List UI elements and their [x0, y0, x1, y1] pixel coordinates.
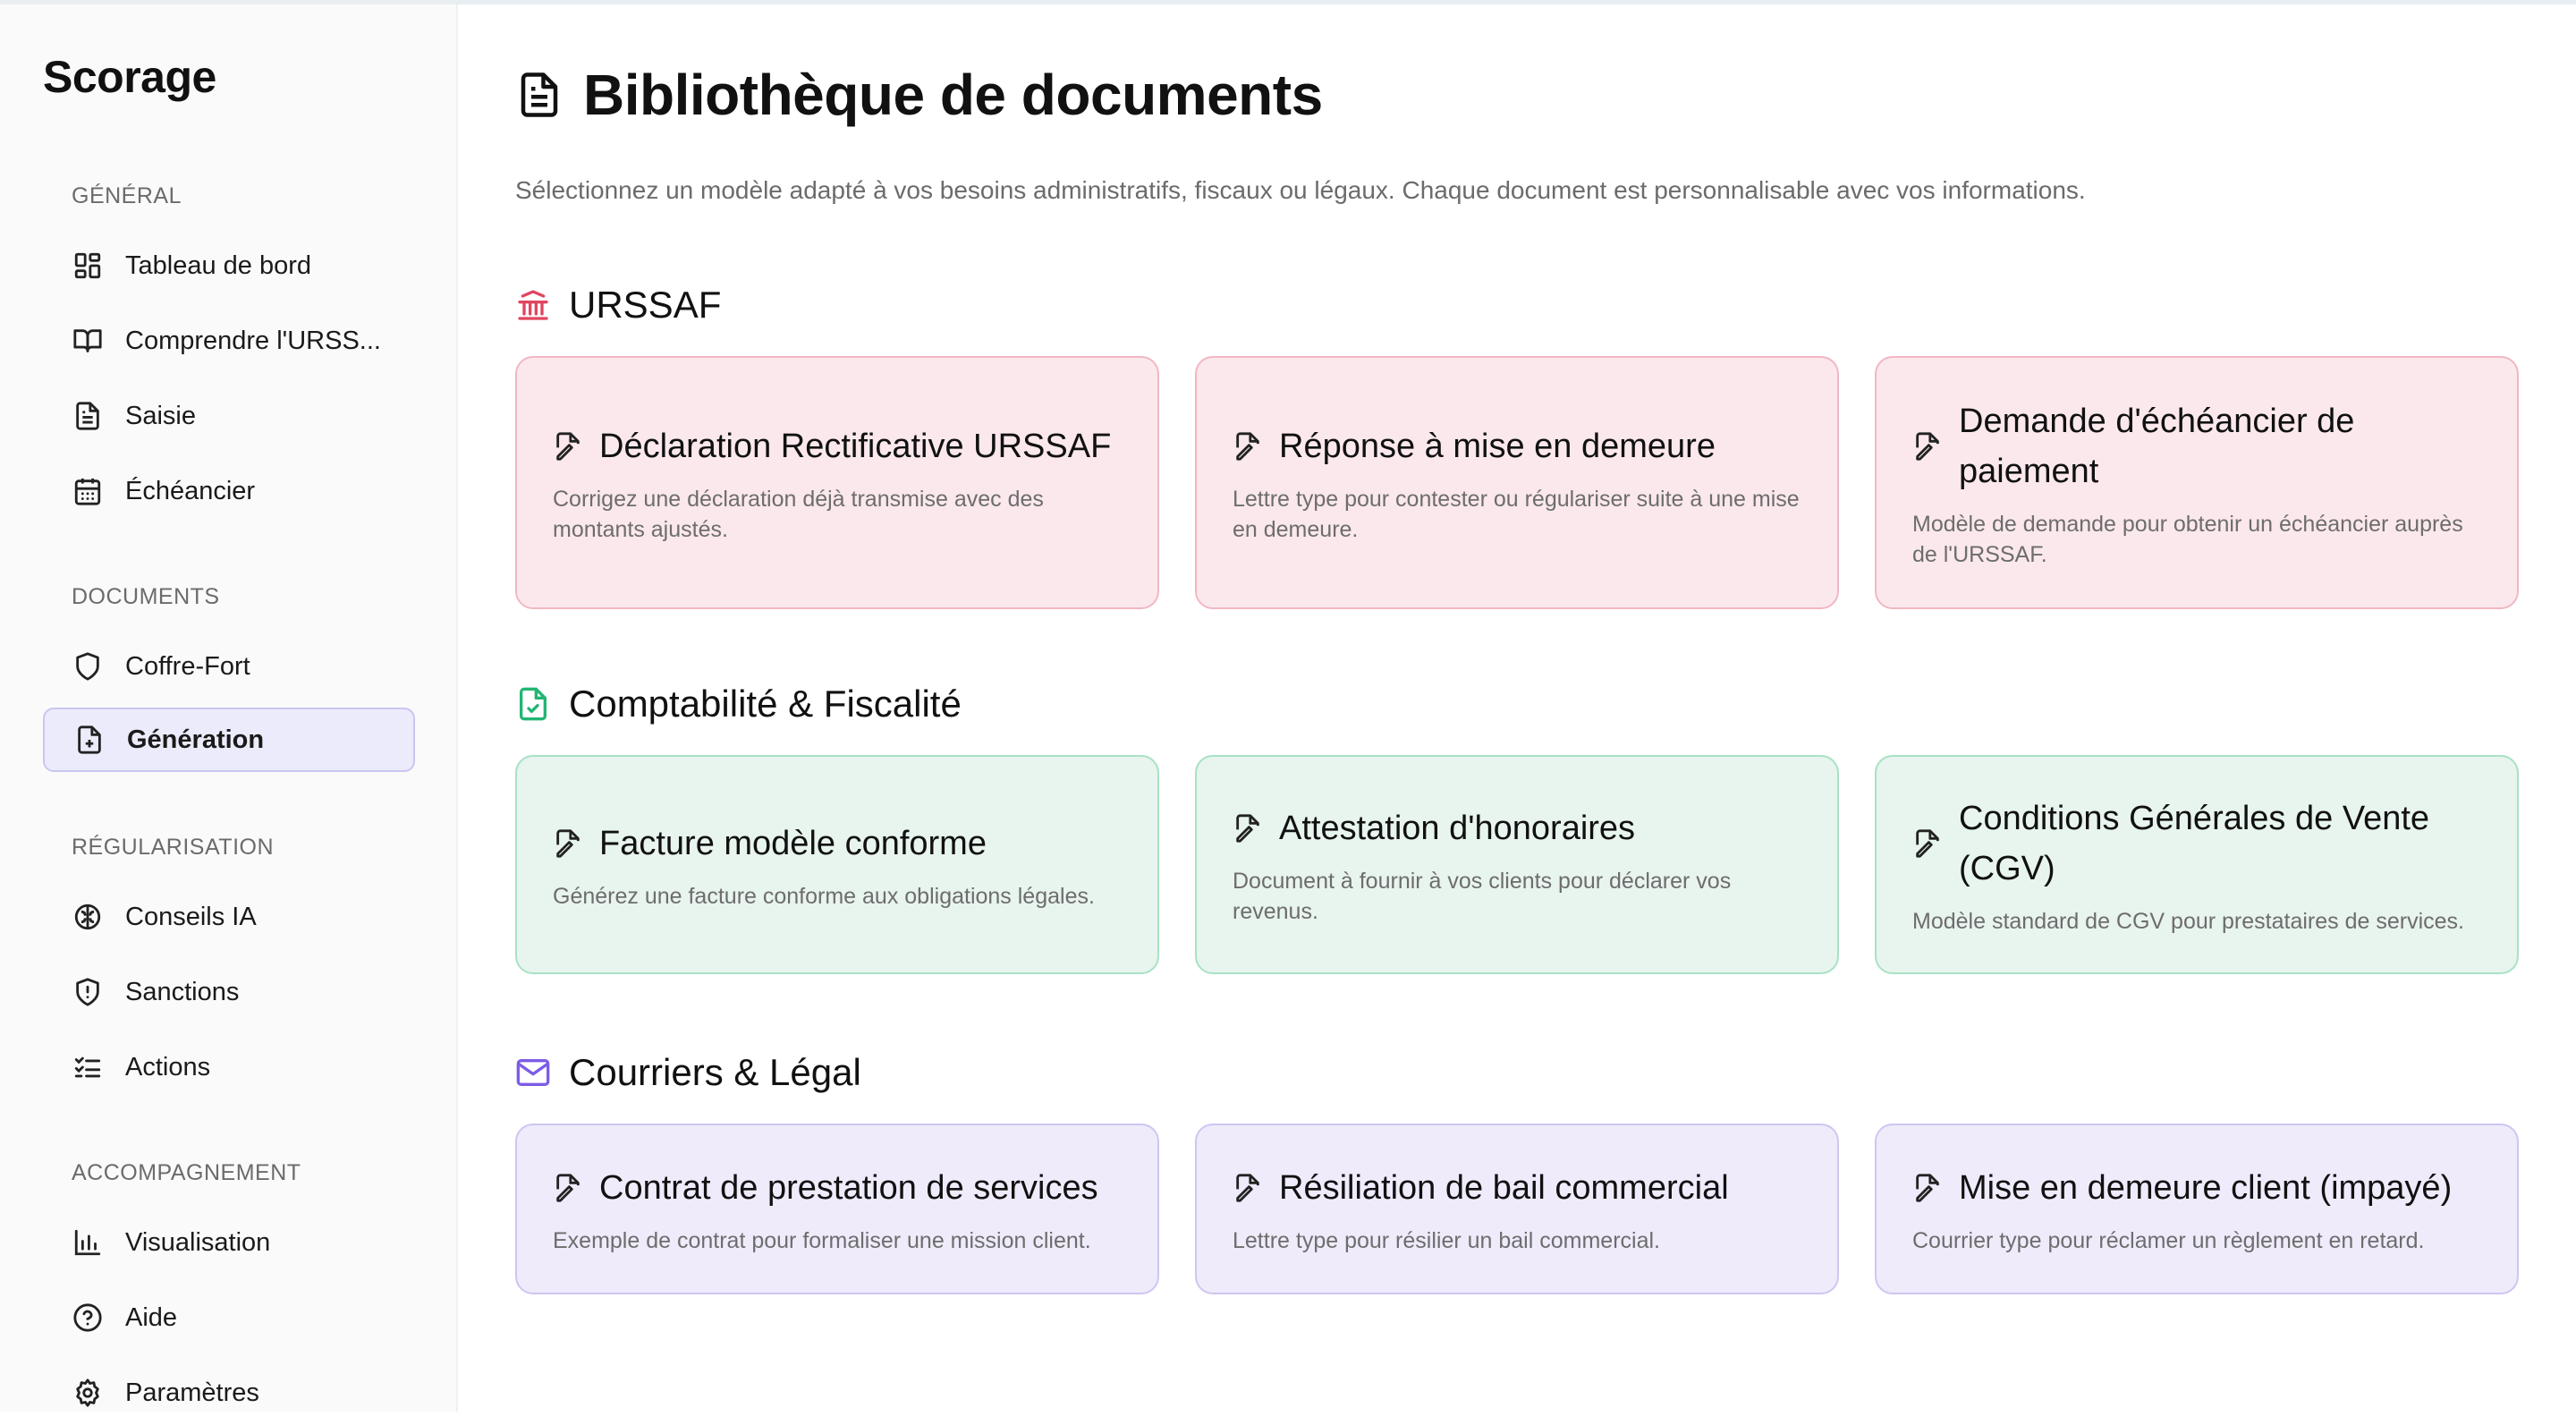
edit-file-icon: [556, 431, 580, 461]
category-title: Courriers & Légal: [569, 1051, 861, 1093]
edit-file-icon: [1916, 1173, 1939, 1202]
brain-icon: [72, 901, 104, 933]
card-description: Générez une facture conforme aux obligat…: [553, 883, 1095, 909]
sidebar: Scorage GÉNÉRAL Tableau de bord Comprend…: [0, 4, 458, 1412]
sidebar-item-visualisation[interactable]: Visualisation: [43, 1210, 415, 1275]
template-card-reponse-mise-en-demeure[interactable]: Réponse à mise en demeure Lettre type po…: [1195, 356, 1839, 609]
book-icon: [72, 325, 104, 357]
template-card-mise-en-demeure-client[interactable]: Mise en demeure client (impayé) Courrier…: [1875, 1124, 2519, 1294]
section-label-accompagnement: ACCOMPAGNEMENT: [72, 1160, 301, 1185]
sidebar-item-dashboard[interactable]: Tableau de bord: [43, 233, 415, 298]
document-icon: [72, 400, 104, 432]
file-plus-icon: [73, 724, 106, 756]
calendar-icon: [72, 475, 104, 507]
edit-file-icon: [1916, 431, 1939, 461]
sidebar-item-label: Génération: [127, 725, 265, 754]
edit-file-icon: [1236, 1173, 1259, 1202]
sidebar-item-actions[interactable]: Actions: [43, 1035, 415, 1099]
card-description: Modèle de demande pour obtenir un échéan…: [1912, 511, 2463, 567]
card-title: Résiliation de bail commercial: [1279, 1168, 1729, 1207]
main-content: Bibliothèque de documents Sélectionnez u…: [458, 4, 2576, 1412]
card-description: Document à fournir à vos clients pour dé…: [1233, 868, 1732, 924]
gear-icon: [72, 1377, 104, 1409]
dashboard-icon: [72, 250, 104, 282]
sidebar-item-understand-urssaf[interactable]: Comprendre l'URSS...: [43, 309, 415, 373]
template-card-attestation-honoraires[interactable]: Attestation d'honoraires Document à four…: [1195, 755, 1839, 974]
template-card-declaration-rectificative[interactable]: Déclaration Rectificative URSSAF Corrige…: [515, 356, 1159, 609]
card-title: Conditions Générales de Vente (CGV): [1959, 799, 2430, 887]
sidebar-item-label: Échéancier: [125, 476, 256, 505]
template-card-demande-echeancier[interactable]: Demande d'échéancier de paiement Modèle …: [1875, 356, 2519, 609]
document-icon: [521, 72, 558, 117]
edit-file-icon: [556, 1173, 580, 1202]
page-title-text: Bibliothèque de documents: [583, 63, 1323, 127]
section-label-general: GÉNÉRAL: [72, 183, 182, 208]
section-label-documents: DOCUMENTS: [72, 584, 220, 609]
template-card-facture-conforme[interactable]: Facture modèle conforme Générez une fact…: [515, 755, 1159, 974]
shield-icon: [72, 650, 104, 683]
card-description: Corrigez une déclaration déjà transmise …: [553, 486, 1044, 542]
page-subtitle: Sélectionnez un modèle adapté à vos beso…: [515, 176, 2086, 204]
sidebar-item-generation[interactable]: Génération: [43, 708, 415, 772]
mail-icon: [516, 1059, 550, 1086]
page-title: Bibliothèque de documents: [515, 62, 1323, 128]
card-title: Déclaration Rectificative URSSAF: [599, 427, 1112, 465]
card-title: Attestation d'honoraires: [1279, 809, 1636, 847]
category-comptabilite-fiscalite: Comptabilité & Fiscalité: [515, 683, 962, 725]
sidebar-item-label: Tableau de bord: [125, 250, 311, 280]
edit-file-icon: [1236, 813, 1259, 843]
card-title: Mise en demeure client (impayé): [1959, 1168, 2453, 1207]
sidebar-item-aide[interactable]: Aide: [43, 1285, 415, 1350]
sidebar-item-conseils-ia[interactable]: Conseils IA: [43, 885, 415, 949]
category-title: URSSAF: [569, 284, 722, 326]
sidebar-item-label: Sanctions: [125, 977, 240, 1006]
sidebar-item-label: Coffre-Fort: [125, 651, 250, 681]
sidebar-item-saisie[interactable]: Saisie: [43, 384, 415, 448]
sidebar-item-label: Paramètres: [125, 1378, 259, 1407]
sidebar-item-sanctions[interactable]: Sanctions: [43, 960, 415, 1024]
sidebar-item-label: Actions: [125, 1052, 211, 1081]
edit-file-icon: [556, 828, 580, 858]
card-description: Modèle standard de CGV pour prestataires…: [1912, 908, 2464, 934]
sidebar-item-coffre-fort[interactable]: Coffre-Fort: [43, 634, 415, 699]
section-label-regularisation: RÉGULARISATION: [72, 835, 275, 860]
sidebar-item-label: Comprendre l'URSS...: [125, 326, 381, 355]
card-title: Facture modèle conforme: [599, 824, 987, 862]
card-description: Courrier type pour réclamer un règlement…: [1912, 1227, 2425, 1253]
edit-file-icon: [1236, 431, 1259, 461]
help-circle-icon: [72, 1302, 104, 1334]
card-description: Lettre type pour contester ou régularise…: [1233, 486, 1800, 542]
sidebar-item-label: Aide: [125, 1302, 178, 1332]
edit-file-icon: [1916, 828, 1939, 858]
card-description: Exemple de contrat pour formaliser une m…: [553, 1227, 1091, 1253]
sidebar-item-label: Saisie: [125, 401, 196, 430]
sidebar-item-label: Visualisation: [125, 1227, 271, 1257]
bank-icon: [518, 290, 548, 320]
category-urssaf: URSSAF: [515, 284, 721, 327]
category-title: Comptabilité & Fiscalité: [569, 683, 962, 725]
sidebar-item-echeancier[interactable]: Échéancier: [43, 459, 415, 523]
sidebar-item-label: Conseils IA: [125, 902, 257, 931]
card-description: Lettre type pour résilier un bail commer…: [1233, 1227, 1660, 1253]
card-title: Réponse à mise en demeure: [1279, 427, 1716, 465]
category-courriers-legal: Courriers & Légal: [515, 1051, 861, 1094]
brand-logo[interactable]: Scorage: [43, 51, 216, 103]
template-card-cgv[interactable]: Conditions Générales de Vente (CGV) Modè…: [1875, 755, 2519, 974]
card-title: Contrat de prestation de services: [599, 1168, 1098, 1207]
template-card-contrat-prestation[interactable]: Contrat de prestation de services Exempl…: [515, 1124, 1159, 1294]
checklist-icon: [72, 1051, 104, 1083]
card-title: Demande d'échéancier de paiement: [1959, 402, 2355, 490]
template-card-resiliation-bail[interactable]: Résiliation de bail commercial Lettre ty…: [1195, 1124, 1839, 1294]
file-check-icon: [520, 687, 547, 721]
shield-alert-icon: [72, 976, 104, 1008]
sidebar-item-parametres[interactable]: Paramètres: [43, 1361, 415, 1425]
bar-chart-icon: [72, 1226, 104, 1259]
